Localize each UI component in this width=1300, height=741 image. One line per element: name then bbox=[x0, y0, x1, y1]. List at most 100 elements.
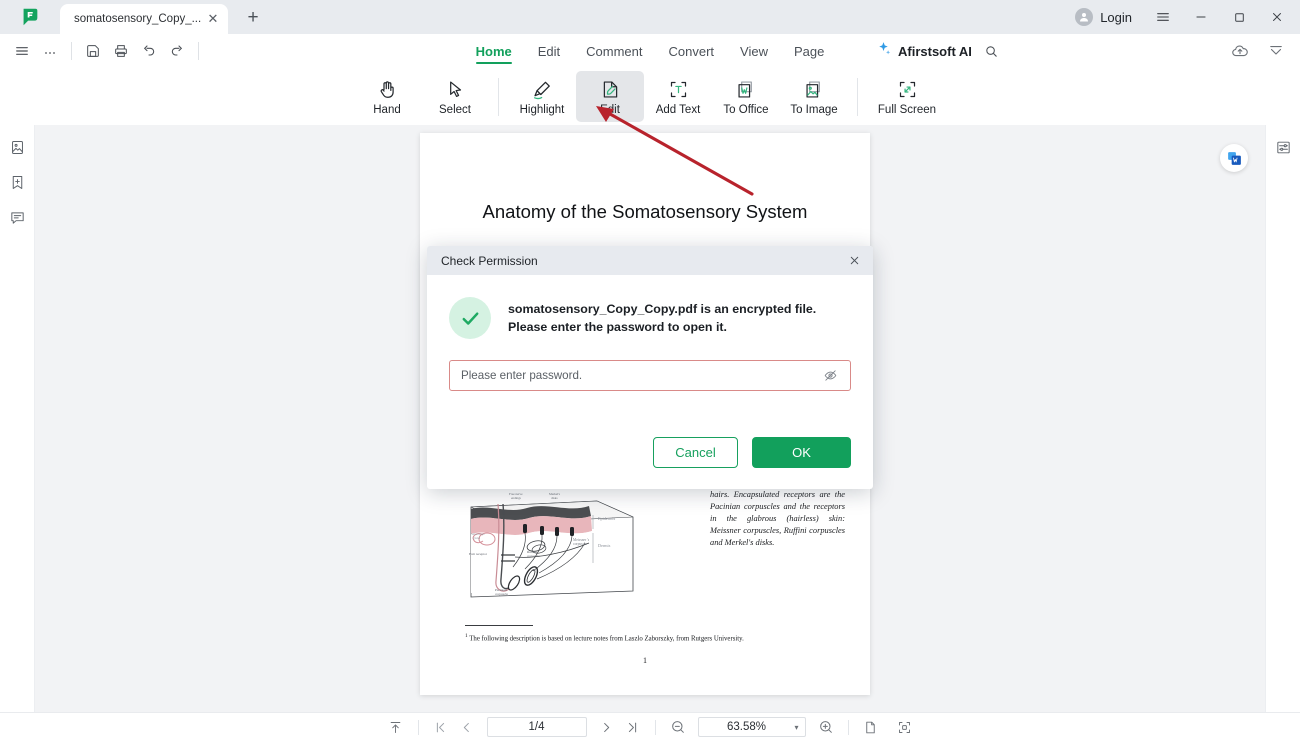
document-tab[interactable]: somatosensory_Copy_... ✕ bbox=[60, 4, 228, 34]
dialog-body: somatosensory_Copy_Copy.pdf is an encryp… bbox=[427, 275, 873, 391]
minimize-window-icon[interactable] bbox=[1182, 0, 1220, 34]
to-office-icon bbox=[736, 78, 757, 102]
svg-text:Epidermis: Epidermis bbox=[598, 516, 616, 521]
dialog-actions: Cancel OK bbox=[653, 437, 851, 468]
tool-edit[interactable]: Edit bbox=[576, 71, 644, 122]
tool-add-text[interactable]: Add Text bbox=[644, 71, 712, 122]
sidebar-item-thumbnails[interactable] bbox=[5, 135, 29, 159]
more-options-icon[interactable] bbox=[36, 38, 64, 64]
menu-bar: Home Edit Comment Convert View Page Afir… bbox=[0, 34, 1300, 68]
tool-add-text-label: Add Text bbox=[655, 103, 701, 116]
check-permission-dialog: Check Permission somatosensory_Copy_Copy… bbox=[427, 246, 873, 489]
footnote-marker: 1 bbox=[465, 633, 468, 639]
document-tab-label: somatosensory_Copy_... bbox=[74, 13, 202, 25]
main-menu-icon[interactable] bbox=[1144, 0, 1182, 34]
document-page-number: 1 bbox=[643, 656, 647, 665]
redo-icon[interactable] bbox=[163, 38, 191, 64]
svg-text:Dermis: Dermis bbox=[598, 543, 611, 548]
ribbon-toolbar: Hand Select Highlight Edit Add Text To O… bbox=[0, 68, 1300, 125]
svg-text:Hair receptor: Hair receptor bbox=[469, 552, 488, 556]
next-page-icon[interactable] bbox=[594, 716, 620, 738]
svg-text:corpuscle: corpuscle bbox=[527, 554, 540, 558]
tool-select-label: Select bbox=[439, 103, 471, 116]
highlight-pen-icon bbox=[531, 78, 553, 102]
dialog-header: Check Permission bbox=[427, 246, 873, 275]
document-title: Anatomy of the Somatosensory System bbox=[482, 201, 808, 222]
quick-access-toolbar bbox=[0, 38, 206, 64]
cancel-button[interactable]: Cancel bbox=[653, 437, 738, 468]
search-icon[interactable] bbox=[978, 38, 1006, 64]
ai-sparkle-icon bbox=[875, 40, 892, 62]
sidebar-item-bookmarks[interactable] bbox=[5, 170, 29, 194]
collapse-ribbon-icon[interactable] bbox=[1262, 38, 1290, 64]
zoom-level-select[interactable]: 63.58% ▾ bbox=[697, 717, 806, 737]
tool-highlight-label: Highlight bbox=[519, 103, 565, 116]
document-footnote: 1 The following description is based on … bbox=[465, 633, 825, 642]
check-circle-icon bbox=[449, 297, 491, 339]
password-input[interactable] bbox=[461, 369, 820, 382]
tool-highlight[interactable]: Highlight bbox=[508, 71, 576, 122]
tool-edit-label: Edit bbox=[600, 103, 620, 116]
sidebar-item-comments[interactable] bbox=[5, 205, 29, 229]
properties-sliders-icon[interactable] bbox=[1271, 135, 1295, 159]
fit-page-icon[interactable] bbox=[892, 716, 918, 738]
add-text-icon bbox=[668, 78, 689, 102]
tool-hand[interactable]: Hand bbox=[353, 71, 421, 122]
status-separator-2 bbox=[654, 719, 656, 735]
tab-comment[interactable]: Comment bbox=[573, 35, 655, 67]
zoom-out-icon[interactable] bbox=[665, 716, 691, 738]
footnote-text: The following description is based on le… bbox=[469, 635, 744, 643]
ribbon-tabs: Home Edit Comment Convert View Page bbox=[455, 34, 845, 68]
svg-text:gland: gland bbox=[473, 536, 480, 540]
first-page-icon[interactable] bbox=[428, 716, 454, 738]
maximize-window-icon[interactable] bbox=[1220, 0, 1258, 34]
tool-select[interactable]: Select bbox=[421, 71, 489, 122]
dialog-message-line2: Please enter the password to open it. bbox=[508, 319, 727, 334]
ai-assistant-label[interactable]: Afirstsoft AI bbox=[898, 44, 972, 59]
close-icon[interactable] bbox=[843, 250, 865, 272]
tool-to-image[interactable]: To Image bbox=[780, 71, 848, 122]
tool-to-office[interactable]: To Office bbox=[712, 71, 780, 122]
close-window-icon[interactable] bbox=[1258, 0, 1296, 34]
hand-icon bbox=[377, 78, 398, 102]
zoom-in-icon[interactable] bbox=[813, 716, 839, 738]
afirstsoft-logo-icon bbox=[23, 8, 38, 26]
menu-bar-right bbox=[1226, 38, 1300, 64]
tool-full-screen[interactable]: Full Screen bbox=[867, 71, 947, 122]
status-bar: 1/4 63.58% ▾ bbox=[0, 712, 1300, 741]
tab-convert[interactable]: Convert bbox=[656, 35, 728, 67]
app-logo bbox=[0, 0, 60, 34]
skin-cross-section-diagram: Epidermis Dermis Meissner 's corpuscle R… bbox=[469, 492, 634, 598]
ok-button[interactable]: OK bbox=[752, 437, 851, 468]
eye-off-icon[interactable] bbox=[820, 366, 840, 386]
tab-page[interactable]: Page bbox=[781, 35, 837, 67]
save-icon[interactable] bbox=[79, 38, 107, 64]
to-image-icon bbox=[804, 78, 825, 102]
print-icon[interactable] bbox=[107, 38, 135, 64]
dialog-message-row: somatosensory_Copy_Copy.pdf is an encryp… bbox=[449, 297, 851, 339]
last-page-icon[interactable] bbox=[620, 716, 646, 738]
dialog-message: somatosensory_Copy_Copy.pdf is an encryp… bbox=[508, 297, 816, 337]
menu-icon[interactable] bbox=[8, 38, 36, 64]
toolbar-separator-2 bbox=[857, 77, 858, 116]
tab-edit[interactable]: Edit bbox=[525, 35, 573, 67]
svg-text:corpuscle: corpuscle bbox=[495, 592, 508, 596]
status-separator-1 bbox=[417, 719, 419, 735]
tab-view[interactable]: View bbox=[727, 35, 781, 67]
footnote-rule bbox=[465, 625, 533, 626]
undo-icon[interactable] bbox=[135, 38, 163, 64]
scroll-to-top-icon[interactable] bbox=[383, 716, 409, 738]
prev-page-icon[interactable] bbox=[454, 716, 480, 738]
skin-anatomy-figure: Epidermis Dermis Meissner 's corpuscle R… bbox=[465, 483, 655, 611]
close-tab-icon[interactable]: ✕ bbox=[204, 10, 222, 28]
tool-to-office-label: To Office bbox=[723, 103, 769, 116]
page-number-input[interactable]: 1/4 bbox=[486, 717, 587, 737]
single-page-view-icon[interactable] bbox=[858, 716, 884, 738]
login-button[interactable]: Login bbox=[1063, 0, 1144, 34]
tab-home[interactable]: Home bbox=[463, 35, 525, 67]
password-field-wrapper[interactable] bbox=[449, 360, 851, 391]
cloud-upload-icon[interactable] bbox=[1226, 38, 1254, 64]
new-tab-button[interactable]: + bbox=[238, 3, 268, 33]
word-convert-icon[interactable] bbox=[1220, 144, 1248, 172]
right-side-panel bbox=[1265, 125, 1300, 712]
